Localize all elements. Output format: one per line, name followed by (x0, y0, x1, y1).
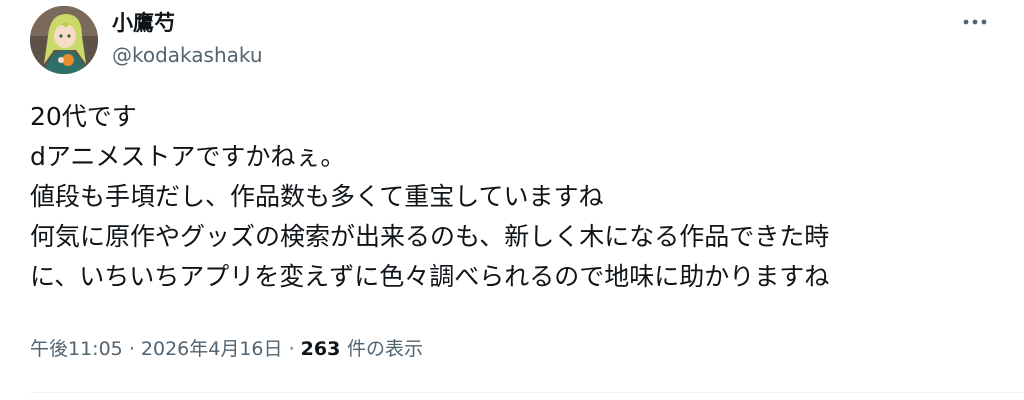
views-label: 件の表示 (346, 338, 423, 360)
tweet-text-line: 値段も手頃だし、作品数も多くて重宝していますね (30, 182, 604, 211)
views-count: 263 (300, 338, 347, 360)
more-horizontal-icon (963, 19, 987, 25)
divider (30, 392, 1024, 393)
meta-separator: · (288, 338, 301, 360)
more-options-button[interactable] (958, 12, 998, 32)
meta-separator: · (128, 338, 141, 360)
tweet-metadata: 午後11:05 · 2026年4月16日 · 263 件の表示 (30, 336, 423, 362)
author-display-name[interactable]: 小鷹芍 (112, 10, 175, 36)
tweet-text-line: 何気に原作やグッズの検索が出来るのも、新しく木になる作品できた時 (30, 222, 830, 251)
tweet-text: 20代です dアニメストアですかねぇ。 値段も手頃だし、作品数も多くて重宝してい… (30, 97, 1010, 297)
tweet-text-line: 20代です (30, 102, 137, 131)
avatar[interactable] (30, 6, 98, 74)
tweet-text-line: dアニメストアですかねぇ。 (30, 142, 346, 171)
tweet-text-line: に、いちいちアプリを変えずに色々調べられるので地味に助かりますね (30, 262, 830, 291)
author-handle[interactable]: @kodakashaku (112, 42, 263, 68)
tweet: 小鷹芍 @kodakashaku 20代です dアニメストアですかねぇ。 値段も… (0, 0, 1024, 400)
tweet-date[interactable]: 2026年4月16日 (141, 338, 283, 360)
tweet-time[interactable]: 午後11:05 (30, 338, 123, 360)
anime-character-avatar-icon (30, 6, 98, 74)
